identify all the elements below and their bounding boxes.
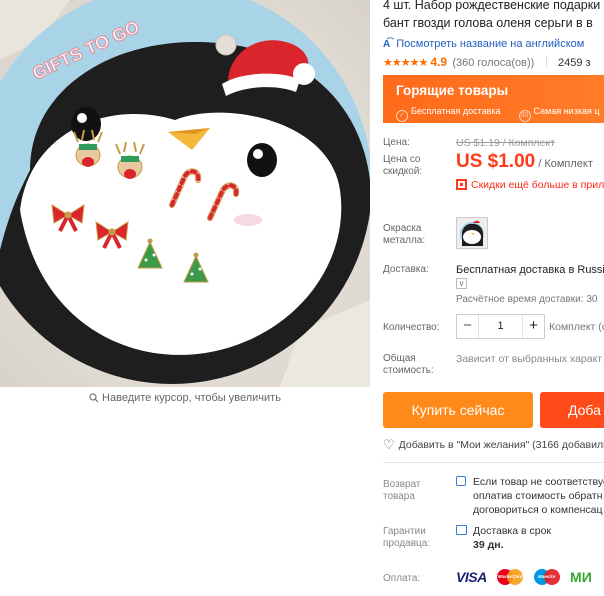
shipping-method[interactable]: Бесплатная доставка в Russi	[456, 264, 604, 276]
lowest-price-badge-icon: 30	[518, 110, 531, 122]
hot-tag-free-shipping: Бесплатная доставка	[411, 106, 501, 116]
maestro-icon: Maestro	[533, 568, 560, 585]
product-page: GIFTS TO GO Наведите курсор, чтобы увели…	[0, 0, 604, 596]
price-per-unit: / Комплект	[538, 158, 593, 170]
quantity-input[interactable]: 1	[479, 315, 522, 338]
wishlist-text[interactable]: Добавить в "Мои желания" (3166 добавили)	[399, 439, 604, 451]
guarantee-label: Гарантии продавца:	[383, 526, 430, 550]
product-title-line-2: бант гвозди голова оленя серьги в в	[383, 16, 593, 30]
quantity-label: Количество:	[383, 322, 440, 333]
app-discount-text[interactable]: Скидки ещё больше в прил	[471, 179, 604, 191]
add-to-cart-button[interactable]: Доба	[540, 392, 604, 428]
translate-link-text[interactable]: Посмотреть название на английском	[396, 38, 584, 50]
hot-deals-title: Горящие товары	[396, 83, 509, 98]
discount-price: US $1.00/ Комплект	[456, 151, 593, 173]
total-value: Зависит от выбранных характ	[456, 353, 603, 365]
metal-color-label-line-1: Окраска	[383, 223, 422, 234]
add-to-wishlist-link[interactable]: ♡ Добавить в "Мои желания" (3166 добавили…	[383, 437, 604, 453]
translate-title-link[interactable]: A͡ Посмотреть название на английском	[383, 38, 584, 50]
discount-price-label: Цена со скидкой:	[383, 154, 422, 178]
returns-label: Возврат товара	[383, 479, 421, 503]
total-label: Общая стоимость:	[383, 353, 434, 377]
quantity-unit-note: Комплект (с	[549, 321, 604, 333]
zoom-hint-text: Наведите курсор, чтобы увеличить	[102, 392, 281, 404]
delivery-estimate: Расчётное время доставки: 30	[456, 294, 598, 305]
orders-count: 2459 з	[557, 57, 591, 69]
mir-icon: МИ	[570, 568, 592, 585]
discount-label-line-1: Цена со	[383, 154, 421, 165]
metal-color-option[interactable]	[456, 217, 488, 249]
section-divider	[383, 462, 604, 463]
returns-line-2: оплатив стоимость обратн	[473, 490, 603, 502]
magnifier-icon	[89, 393, 99, 403]
free-shipping-icon: ✓	[396, 110, 408, 122]
product-gallery: GIFTS TO GO Наведите курсор, чтобы увели…	[0, 0, 370, 596]
guarantee-label-line-1: Гарантии	[383, 526, 426, 537]
qr-code-icon	[456, 179, 467, 190]
quantity-stepper: − 1 +	[456, 314, 545, 339]
heart-icon: ♡	[383, 437, 395, 452]
return-policy-icon	[456, 476, 466, 486]
buy-now-button[interactable]: Купить сейчас	[383, 392, 533, 428]
quantity-decrease-button[interactable]: −	[457, 315, 479, 338]
hot-tag-lowest-price: Самая низкая ц	[533, 106, 600, 116]
total-label-line-1: Общая	[383, 353, 416, 364]
payment-methods: VISA MasterCard Maestro МИ	[456, 568, 598, 588]
app-discount-link[interactable]: Скидки ещё больше в прил	[456, 179, 604, 191]
chevron-down-icon[interactable]: v	[456, 278, 467, 289]
guarantee-days: 39 дн.	[473, 539, 504, 551]
metal-color-label-line-2: металла:	[383, 235, 426, 246]
discount-label-line-2: скидкой:	[383, 166, 423, 177]
rating-score: 4.9	[430, 55, 447, 69]
delivery-truck-icon	[456, 525, 467, 535]
rating-stars-icon: ★★★★★	[383, 57, 428, 69]
product-title-line-1: 4 шт. Набор рождественские подарки	[383, 0, 601, 12]
quantity-increase-button[interactable]: +	[522, 315, 544, 338]
visa-icon: VISA	[456, 568, 487, 585]
shipping-label: Доставка:	[383, 264, 429, 275]
returns-label-line-2: товара	[383, 491, 415, 502]
payment-label: Оплата:	[383, 573, 421, 584]
product-title: 4 шт. Набор рождественские подарки бант …	[383, 0, 604, 32]
rating-divider	[545, 56, 547, 67]
returns-line-1: Если товар не соответствуе	[473, 476, 604, 488]
old-price: US $1.19 / Комплект	[456, 137, 555, 149]
translate-icon: A͡	[383, 39, 391, 50]
guarantee-label-line-2: продавца:	[383, 538, 431, 549]
returns-info: Если товар не соответствуе оплатив стоим…	[456, 475, 604, 517]
maestro-label: Maestro	[537, 573, 556, 579]
guarantee-info: Доставка в срок 39 дн.	[456, 524, 551, 552]
rating-votes-link[interactable]: (360 голоса(ов))	[452, 57, 534, 69]
old-price-value: US $1.19 / Комплект	[456, 137, 555, 149]
guarantee-line-1: Доставка в срок	[473, 525, 552, 537]
rating-row: ★★★★★ 4.9 (360 голоса(ов)) 2459 з	[383, 55, 591, 69]
returns-line-3: договориться о компенсац	[473, 504, 603, 516]
returns-label-line-1: Возврат	[383, 479, 421, 490]
discount-price-value: US $1.00	[456, 151, 536, 172]
mastercard-icon: MasterCard	[497, 568, 524, 585]
price-label: Цена:	[383, 137, 410, 148]
product-main-image[interactable]: GIFTS TO GO	[0, 0, 370, 387]
total-label-line-2: стоимость:	[383, 365, 434, 376]
zoom-hint: Наведите курсор, чтобы увеличить	[0, 392, 370, 404]
product-details: 4 шт. Набор рождественские подарки бант …	[383, 0, 604, 596]
hot-deals-banner[interactable]: Горящие товары ✓ Бесплатная доставка 30 Сам…	[383, 75, 604, 123]
metal-color-label: Окраска металла:	[383, 223, 425, 247]
mastercard-label: MasterCard	[497, 573, 523, 579]
hot-deals-tags: ✓ Бесплатная доставка 30 Самая низкая ц	[396, 106, 600, 122]
